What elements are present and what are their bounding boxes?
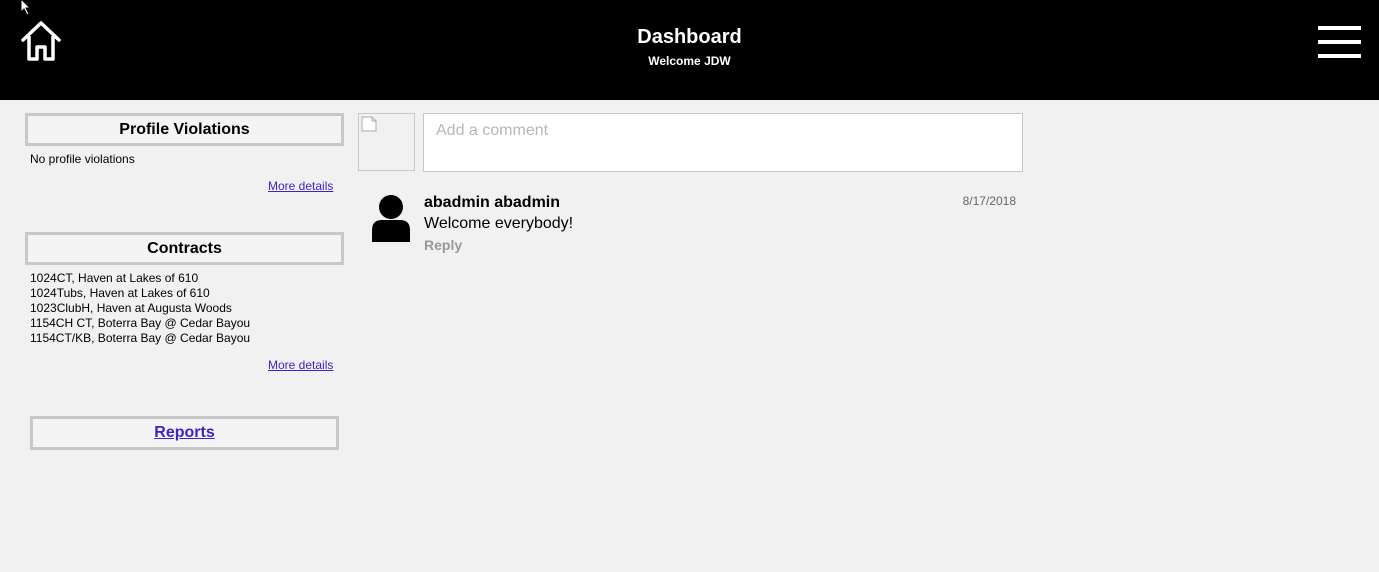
- contract-item: 1154CH CT, Boterra Bay @ Cedar Bayou: [30, 316, 251, 330]
- title-block: Dashboard Welcome JDW: [0, 25, 1379, 69]
- hamburger-menu-icon[interactable]: [1318, 26, 1361, 58]
- reports-box: Reports: [30, 416, 339, 450]
- current-user-avatar: [358, 113, 415, 171]
- user-avatar-icon: [372, 195, 410, 242]
- comment-text: Welcome everybody!: [424, 215, 574, 232]
- contract-item: 1024Tubs, Haven at Lakes of 610: [30, 286, 210, 300]
- contracts-list: 1024CT, Haven at Lakes of 610 1024Tubs, …: [30, 271, 250, 346]
- profile-violations-header: Profile Violations: [25, 113, 344, 146]
- contract-item: 1024CT, Haven at Lakes of 610: [30, 271, 199, 285]
- page-title: Dashboard: [637, 26, 742, 48]
- comment-author: abadmin abadmin: [424, 194, 561, 211]
- contracts-more-details-link[interactable]: More details: [268, 358, 333, 372]
- contract-item: 1023ClubH, Haven at Augusta Woods: [30, 301, 232, 315]
- contracts-header: Contracts: [25, 232, 344, 265]
- profile-violations-text: No profile violations: [30, 152, 135, 166]
- top-bar: Dashboard Welcome JDW: [0, 0, 1379, 100]
- reply-link[interactable]: Reply: [424, 237, 462, 253]
- mouse-cursor-icon: [20, 0, 32, 16]
- comment-date: 8/17/2018: [962, 194, 1016, 208]
- profile-violations-title: Profile Violations: [119, 121, 250, 138]
- broken-image-icon: [361, 116, 377, 132]
- add-comment-input[interactable]: [423, 113, 1023, 172]
- profile-violations-more-details-link[interactable]: More details: [268, 179, 333, 193]
- contracts-title: Contracts: [147, 240, 222, 257]
- welcome-text: Welcome JDW: [648, 54, 731, 68]
- contract-item: 1154CT/KB, Boterra Bay @ Cedar Bayou: [30, 331, 251, 345]
- reports-link[interactable]: Reports: [154, 424, 214, 441]
